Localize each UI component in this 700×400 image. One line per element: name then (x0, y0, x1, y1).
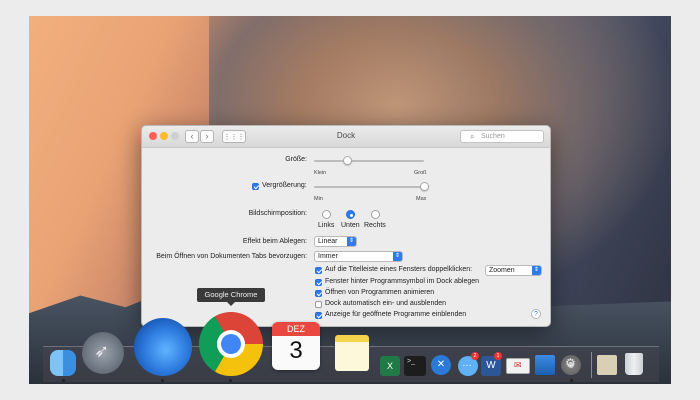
search-placeholder: Suchen (481, 133, 505, 140)
messages-badge: 2 (471, 352, 479, 360)
finder-icon[interactable] (50, 350, 76, 376)
show-indicators-label: Anzeige für geöffnete Programme einblend… (325, 311, 467, 318)
position-label: Bildschirmposition: (248, 210, 307, 217)
animate-opening-checkbox[interactable] (315, 290, 322, 297)
titlebar-doubleclick-select[interactable]: Zoomen ⇕ (485, 265, 542, 276)
mail-icon[interactable]: ✉ (506, 358, 530, 374)
position-bottom-radio[interactable] (346, 210, 355, 219)
running-indicator (229, 379, 232, 382)
titlebar-doubleclick-label: Auf die Titelleiste eines Fensters doppe… (325, 266, 473, 273)
magnification-checkbox[interactable] (252, 183, 259, 190)
running-indicator (570, 379, 573, 382)
size-slider-thumb[interactable] (342, 156, 352, 165)
minimize-into-icon-label: Fenster hinter Programmsymbol im Dock ab… (325, 278, 480, 285)
prefer-tabs-value: Immer (318, 253, 338, 260)
running-indicator (161, 379, 164, 382)
excel-icon[interactable]: X (380, 356, 400, 376)
trash-icon[interactable] (625, 353, 643, 375)
calendar-day: 3 (289, 337, 303, 364)
running-indicator (62, 379, 65, 382)
chevron-updown-icon: ⇕ (532, 266, 541, 275)
size-min-label: Klein (314, 170, 327, 176)
size-slider-track[interactable] (314, 160, 424, 162)
calendar-icon[interactable]: DEZ 3 (272, 322, 320, 370)
effect-select[interactable]: Linear ⇕ (314, 236, 357, 247)
xcode-icon[interactable]: ✕ (431, 355, 451, 375)
help-label: ? (534, 311, 538, 318)
autohide-dock-checkbox[interactable] (315, 301, 322, 308)
gear-icon: ⚙ (565, 356, 576, 370)
position-left-label: Links (318, 222, 335, 229)
position-right-radio[interactable] (371, 210, 380, 219)
show-indicators-checkbox[interactable] (315, 312, 322, 319)
titlebar-doubleclick-value: Zoomen (489, 267, 515, 274)
magnification-min-label: Min (314, 196, 323, 202)
position-bottom-label: Unten (341, 222, 360, 229)
help-button[interactable]: ? (531, 309, 541, 319)
effect-value: Linear (318, 238, 338, 245)
envelope-icon: ✉ (514, 360, 522, 370)
dock-tooltip: Google Chrome (197, 288, 265, 306)
magnification-max-label: Max (416, 196, 427, 202)
position-left-radio[interactable] (322, 210, 331, 219)
chevron-updown-icon: ⇕ (347, 237, 356, 246)
word-badge: 1 (494, 352, 502, 360)
calendar-month: DEZ (272, 322, 320, 336)
rocket-icon: ➶ (94, 341, 110, 361)
magnification-slider-thumb[interactable] (419, 182, 429, 191)
chrome-icon[interactable] (199, 312, 263, 376)
search-icon: ⌕ (470, 132, 475, 141)
size-label: Größe: (285, 156, 307, 163)
speech-bubble-icon: … (462, 358, 472, 369)
position-right-label: Rechts (364, 222, 386, 229)
launchpad-icon[interactable]: ➶ (82, 332, 124, 374)
firefox-icon[interactable] (134, 318, 192, 376)
chevron-updown-icon: ⇕ (393, 252, 402, 261)
prefer-tabs-label: Beim Öffnen von Dokumenten Tabs bevorzug… (156, 253, 307, 260)
dock-divider (591, 352, 592, 378)
downloads-icon[interactable] (597, 355, 617, 375)
animate-opening-label: Öffnen von Programmen animieren (325, 289, 435, 296)
preview-icon[interactable] (535, 355, 555, 375)
size-max-label: Groß (414, 170, 427, 176)
terminal-icon[interactable]: >_ (404, 356, 426, 376)
chrome-center-dot (221, 334, 241, 354)
prefer-tabs-select[interactable]: Immer ⇕ (314, 251, 403, 262)
magnification-label: Vergrößerung: (262, 182, 307, 189)
search-field[interactable]: ⌕ Suchen (460, 130, 544, 143)
system-preferences-icon[interactable]: ⚙ (561, 355, 581, 375)
title-bar[interactable]: ‹ › ⋮⋮⋮ Dock ⌕ Suchen (142, 126, 550, 148)
autohide-dock-label: Dock automatisch ein- und ausblenden (325, 300, 447, 307)
effect-label: Effekt beim Ablegen: (242, 238, 307, 245)
magnification-slider-track[interactable] (314, 186, 424, 188)
notes-icon[interactable] (335, 335, 369, 371)
minimize-into-icon-checkbox[interactable] (315, 279, 322, 286)
titlebar-doubleclick-checkbox[interactable] (315, 267, 322, 274)
